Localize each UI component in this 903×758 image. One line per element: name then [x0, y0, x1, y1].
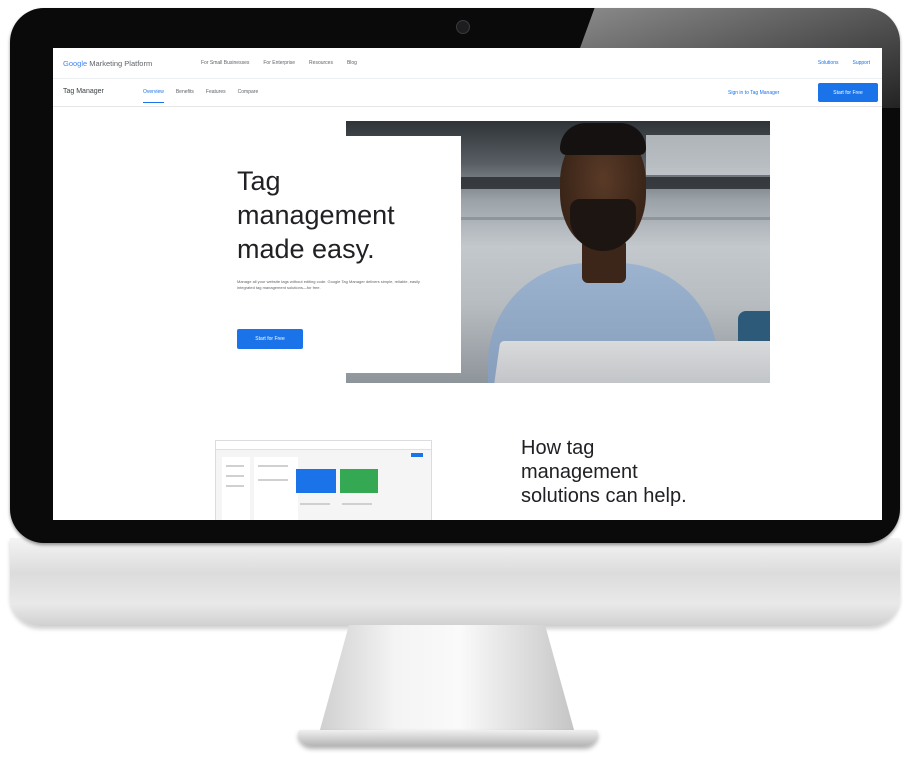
- preview-button: [411, 453, 423, 457]
- start-for-free-button[interactable]: Start for Free: [237, 329, 303, 349]
- preview-line: [342, 503, 372, 505]
- preview-line: [226, 485, 244, 487]
- nav-enterprise[interactable]: For Enterprise: [263, 60, 295, 66]
- screen: Google Marketing Platform For Small Busi…: [53, 48, 882, 520]
- support-link[interactable]: Support: [852, 60, 870, 66]
- hero-description: Manage all your website tags without edi…: [237, 279, 420, 290]
- preview-blue-card: [296, 469, 336, 493]
- tab-overview[interactable]: Overview: [143, 89, 164, 103]
- product-name[interactable]: Tag Manager: [63, 88, 104, 95]
- monitor-bezel: Google Marketing Platform For Small Busi…: [10, 8, 900, 543]
- tab-benefits[interactable]: Benefits: [176, 89, 194, 103]
- platform-nav: For Small Businesses For Enterprise Reso…: [201, 60, 357, 66]
- monitor-stand-base: [298, 730, 598, 746]
- preview-line: [258, 465, 288, 467]
- hero-card: Tag management made easy. Manage all you…: [223, 136, 461, 373]
- photo-laptop: [491, 341, 770, 383]
- hero-title: Tag management made easy.: [237, 166, 395, 264]
- start-for-free-header-button[interactable]: Start for Free: [818, 83, 878, 102]
- tab-compare[interactable]: Compare: [238, 89, 259, 103]
- camera-icon: [456, 20, 470, 34]
- nav-blog[interactable]: Blog: [347, 60, 357, 66]
- product-tabs: Overview Benefits Features Compare: [143, 89, 258, 103]
- preview-line: [226, 465, 244, 467]
- section-title: How tag management solutions can help.: [521, 437, 687, 507]
- preview-line: [258, 479, 288, 481]
- preview-line: [300, 503, 330, 505]
- photo-window: [646, 135, 770, 175]
- logo-text: Marketing Platform: [87, 59, 153, 68]
- tag-manager-ui-preview: [215, 440, 432, 520]
- solutions-link[interactable]: Solutions: [818, 60, 839, 66]
- sign-in-link[interactable]: Sign in to Tag Manager: [728, 90, 779, 96]
- preview-line: [226, 475, 244, 477]
- platform-logo[interactable]: Google Marketing Platform: [63, 59, 152, 68]
- nav-small-businesses[interactable]: For Small Businesses: [201, 60, 249, 66]
- platform-right-links: Solutions Support: [818, 60, 870, 66]
- platform-header: Google Marketing Platform For Small Busi…: [53, 48, 882, 79]
- preview-green-card: [340, 469, 378, 493]
- photo-person-hair: [560, 123, 646, 155]
- product-header: Tag Manager Overview Benefits Features C…: [53, 79, 882, 107]
- monitor-stand: [318, 625, 576, 737]
- monitor-chin: [10, 538, 900, 626]
- preview-topbar: [216, 441, 431, 450]
- logo-google: Google: [63, 59, 88, 68]
- tab-features[interactable]: Features: [206, 89, 226, 103]
- nav-resources[interactable]: Resources: [309, 60, 333, 66]
